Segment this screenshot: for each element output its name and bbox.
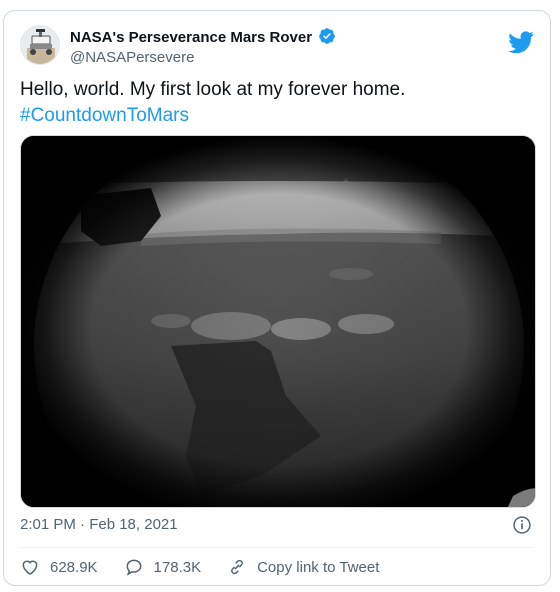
reply-count: 178.3K bbox=[153, 558, 202, 576]
like-button[interactable]: 628.9K bbox=[20, 557, 98, 577]
tweet-actions: 628.9K 178.3K Copy link to Tweet bbox=[20, 556, 405, 578]
svg-text:+: + bbox=[342, 177, 350, 187]
copy-link-label: Copy link to Tweet bbox=[257, 558, 380, 576]
info-icon[interactable] bbox=[512, 515, 532, 535]
like-count: 628.9K bbox=[50, 558, 98, 576]
hashtag-link[interactable]: #CountdownToMars bbox=[20, 103, 530, 129]
display-name[interactable]: NASA's Perseverance Mars Rover bbox=[70, 29, 312, 46]
timestamp[interactable]: 2:01 PM · Feb 18, 2021 bbox=[20, 516, 178, 533]
mars-surface-photo: + bbox=[21, 136, 535, 507]
heart-icon bbox=[22, 560, 38, 575]
tweet-image[interactable]: + bbox=[20, 135, 536, 508]
link-icon bbox=[231, 559, 243, 575]
tweet-header: NASA's Perseverance Mars Rover @NASAPers… bbox=[20, 25, 534, 73]
tweet-card[interactable]: NASA's Perseverance Mars Rover @NASAPers… bbox=[3, 10, 551, 586]
tweet-body: Hello, world. My first look at my foreve… bbox=[20, 79, 406, 100]
reply-bubble-icon bbox=[126, 559, 141, 576]
twitter-bird-icon[interactable] bbox=[508, 31, 534, 53]
rover-avatar-icon bbox=[21, 26, 59, 64]
tweet-text: Hello, world. My first look at my foreve… bbox=[20, 77, 530, 129]
verified-badge-icon bbox=[319, 28, 336, 44]
copy-link-button[interactable]: Copy link to Tweet bbox=[227, 557, 379, 577]
divider bbox=[20, 547, 534, 548]
avatar[interactable] bbox=[20, 25, 60, 65]
reply-button[interactable]: 178.3K bbox=[124, 557, 202, 577]
handle[interactable]: @NASAPersevere bbox=[70, 48, 336, 68]
